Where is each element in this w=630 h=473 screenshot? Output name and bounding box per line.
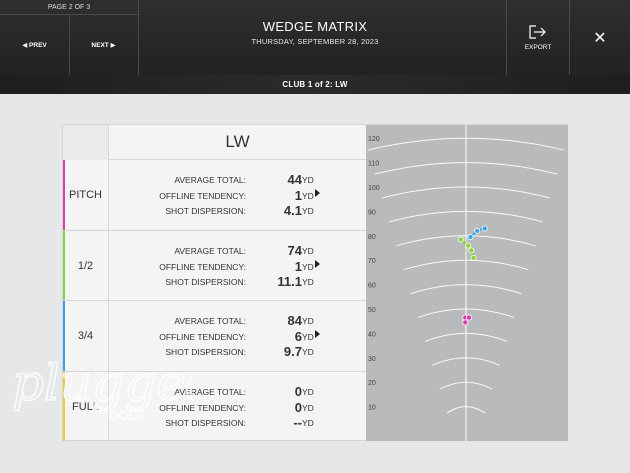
stat-unit: YD (302, 387, 314, 397)
shot-point (474, 227, 481, 234)
y-tick-label: 70 (368, 258, 376, 265)
club-indicator: CLUB 1 of 2: LW (0, 75, 630, 94)
y-tick-label: 100 (368, 185, 380, 192)
corner-cell (63, 125, 109, 160)
swing-type-label: 1/2 (63, 231, 109, 300)
stat-unit: YD (302, 331, 314, 342)
stat-line: SHOT DISPERSION: 4.1 YD (109, 203, 366, 218)
close-button[interactable]: ✕ (570, 0, 630, 75)
shot-point (481, 225, 488, 232)
watermark-sub: GOLF (108, 408, 144, 423)
y-tick-label: 10 (368, 405, 376, 412)
shot-point (462, 319, 469, 326)
export-button[interactable]: EXPORT (507, 0, 569, 75)
export-icon (529, 24, 546, 39)
next-button[interactable]: NEXT ▶ (69, 15, 138, 75)
stat-line: AVERAGE TOTAL: 84 YD (109, 313, 366, 328)
stat-unit: YD (302, 261, 314, 272)
y-tick-label: 20 (368, 380, 376, 387)
stat-unit: YD (302, 402, 314, 413)
stat-value: 1 (294, 187, 302, 203)
stat-row: 1/2 AVERAGE TOTAL: 74 YD OFFLINE TENDENCY: 1 Y… (63, 231, 366, 301)
expand-arrow-icon[interactable] (315, 260, 320, 268)
divider (138, 0, 139, 75)
page-title: WEDGE MATRIX (262, 19, 368, 34)
stat-label: SHOT DISPERSION: (165, 206, 246, 216)
stat-line: OFFLINE TENDENCY: 1 YD (109, 188, 366, 203)
watermark-logo: plugged in GOLF (11, 330, 283, 450)
shot-point (470, 254, 477, 261)
y-tick-label: 110 (368, 161, 379, 168)
y-tick-label: 30 (368, 356, 376, 363)
stat-unit: YD (302, 190, 314, 201)
stat-unit: YD (302, 175, 314, 185)
page-indicator: PAGE 2 OF 3 (0, 0, 138, 15)
y-tick-label: 80 (368, 234, 376, 241)
stat-value: 11.1 (277, 274, 302, 289)
stat-unit: YD (302, 418, 314, 428)
y-tick-label: 40 (368, 331, 376, 338)
prev-button[interactable]: ◀ PREV (0, 15, 69, 75)
header-bar: PAGE 2 OF 3 ◀ PREV NEXT ▶ WEDGE MATRIX T… (0, 0, 630, 75)
expand-arrow-icon[interactable] (315, 330, 320, 338)
club-name: LW (109, 125, 366, 160)
export-label: EXPORT (524, 43, 552, 51)
y-tick-label: 120 (368, 136, 380, 143)
y-tick-label: 60 (368, 283, 376, 290)
y-tick-label: 90 (368, 209, 376, 216)
dispersion-chart-svg: 120 110 100 90 80 70 60 50 40 30 20 10 (367, 125, 565, 441)
stat-value: 84 (287, 313, 302, 328)
stat-unit: YD (302, 347, 314, 357)
y-tick-label: 50 (368, 307, 376, 314)
close-icon: ✕ (593, 29, 607, 47)
stat-unit: YD (302, 246, 314, 256)
stat-value: 6 (294, 328, 302, 344)
shot-point (467, 234, 474, 241)
stat-value: 0 (294, 399, 302, 415)
stat-unit: YD (302, 277, 314, 287)
stat-value: -- (293, 415, 302, 430)
shot-point (466, 314, 473, 321)
stat-line: OFFLINE TENDENCY: 1 YD (109, 259, 366, 274)
shot-point (457, 236, 464, 243)
stat-unit: YD (302, 206, 314, 216)
stat-value: 9.7 (283, 344, 302, 359)
stat-value: 4.1 (283, 203, 302, 218)
stat-label: OFFLINE TENDENCY: (159, 190, 246, 201)
stat-value: 0 (294, 384, 302, 399)
stat-line: AVERAGE TOTAL: 74 YD (109, 243, 366, 258)
stat-line: AVERAGE TOTAL: 44 YD (109, 172, 366, 187)
expand-arrow-icon[interactable] (315, 189, 320, 197)
stat-unit: YD (302, 316, 314, 326)
stat-value: 74 (287, 243, 302, 258)
stat-label: AVERAGE TOTAL: (174, 175, 246, 185)
stat-label: AVERAGE TOTAL: (174, 246, 246, 256)
stat-label: SHOT DISPERSION: (165, 277, 246, 287)
stat-value: 1 (294, 258, 302, 274)
shot-point (468, 247, 475, 254)
stat-line: SHOT DISPERSION: 11.1 YD (109, 274, 366, 289)
stat-label: OFFLINE TENDENCY: (159, 261, 246, 272)
dispersion-chart: 120 110 100 90 80 70 60 50 40 30 20 10 (366, 125, 568, 441)
swing-type-label: PITCH (63, 160, 109, 230)
watermark-text: plugged in (12, 354, 192, 412)
stat-label: AVERAGE TOTAL: (174, 316, 246, 326)
stat-value: 44 (287, 172, 302, 187)
stat-row: PITCH AVERAGE TOTAL: 44 YD OFFLINE TENDENCY:… (63, 160, 366, 231)
session-date: THURSDAY, SEPTEMBER 28, 2023 (251, 37, 379, 46)
shot-point (465, 242, 472, 249)
